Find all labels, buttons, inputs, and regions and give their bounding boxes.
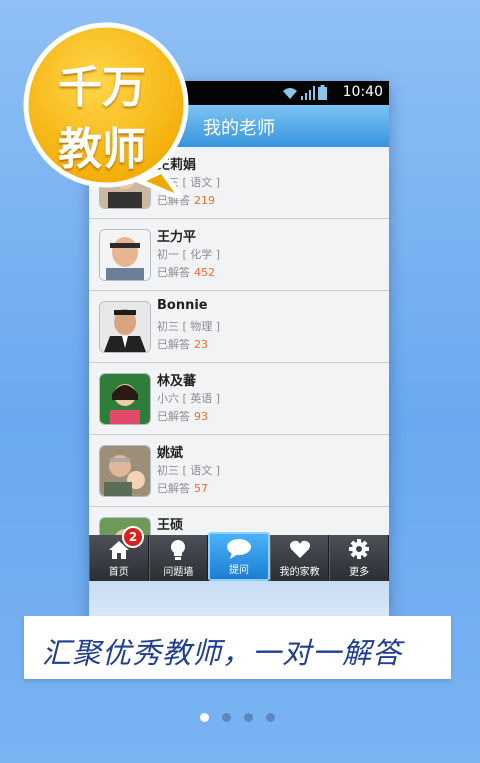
tab-ask[interactable]: 提问	[208, 532, 270, 581]
teacher-answered: 已解答 23	[157, 338, 208, 351]
tab-label: 首页	[108, 567, 129, 578]
teacher-name: 王力平	[157, 230, 197, 245]
caption-text: 汇聚优秀教师，一对一解答	[42, 636, 403, 670]
answer-count: 93	[194, 410, 208, 423]
teacher-answered: 已解答 57	[157, 482, 208, 495]
teacher-avatar	[99, 373, 151, 425]
teacher-grade: 小六 [ 英语 ]	[157, 392, 221, 405]
page-dot[interactable]	[266, 713, 275, 722]
teacher-row[interactable]: 姚斌 初三 [ 语文 ] 已解答 57	[89, 435, 389, 507]
teacher-avatar	[99, 301, 151, 353]
bottom-tab-bar: 2 首页 问题墙 提问 我的家教 更多	[89, 526, 389, 581]
wifi-icon	[283, 88, 297, 99]
tab-question-wall[interactable]: 问题墙	[148, 535, 209, 581]
page-dot[interactable]	[244, 713, 253, 722]
teacher-name: 林及蕃	[157, 374, 197, 389]
page-dot[interactable]	[200, 713, 209, 722]
tab-label: 问题墙	[163, 567, 194, 578]
promo-line-1: 千万	[58, 62, 146, 113]
tab-home[interactable]: 2 首页	[89, 526, 149, 581]
teacher-name: 姚斌	[157, 446, 184, 461]
tab-my-tutor[interactable]: 我的家教	[269, 535, 330, 581]
caption-banner: 汇聚优秀教师，一对一解答	[24, 616, 451, 679]
answer-count: 23	[194, 338, 208, 351]
teacher-grade: 初一 [ 化学 ]	[157, 248, 221, 261]
teacher-grade: 初三 [ 语文 ]	[157, 464, 221, 477]
tab-label: 我的家教	[279, 567, 320, 578]
tab-label: 提问	[228, 565, 249, 576]
lightbulb-icon	[171, 540, 186, 560]
status-time: 10:40	[342, 84, 383, 100]
teacher-name: Bonnie	[157, 298, 208, 313]
teacher-row[interactable]: 林及蕃 小六 [ 英语 ] 已解答 93	[89, 363, 389, 435]
page-indicator	[200, 713, 275, 722]
chat-bubble-icon	[226, 539, 251, 559]
page-title: 我的老师	[203, 118, 275, 139]
notification-badge: 2	[122, 526, 144, 548]
promo-badge: 千万 教师	[22, 21, 199, 198]
battery-icon	[318, 85, 327, 100]
answer-count: 452	[194, 266, 215, 279]
promo-line-2: 教师	[58, 124, 146, 175]
teacher-grade: 初三 [ 物理 ]	[157, 320, 221, 333]
tab-more[interactable]: 更多	[329, 535, 389, 581]
teacher-avatar	[99, 229, 151, 281]
teacher-list[interactable]: 王莉娟 初三 [ 语文 ] 已解答219 王力平 初一 [ 化学 ] 已解答45…	[89, 147, 389, 535]
gear-icon	[349, 539, 370, 559]
screen-bottom	[89, 581, 389, 616]
teacher-answered: 已解答 452	[157, 266, 215, 279]
status-icons	[282, 85, 327, 100]
page-dot[interactable]	[222, 713, 231, 722]
teacher-answered: 已解答 93	[157, 410, 208, 423]
signal-icon	[301, 86, 315, 100]
teacher-row[interactable]: Bonnie 初三 [ 物理 ] 已解答 23	[89, 291, 389, 363]
answer-count: 57	[194, 482, 208, 495]
teacher-row[interactable]: 王力平 初一 [ 化学 ] 已解答 452	[89, 219, 389, 291]
teacher-avatar	[99, 445, 151, 497]
heart-icon	[289, 540, 310, 558]
tab-label: 更多	[349, 567, 370, 578]
teacher-name: 王硕	[157, 518, 184, 533]
